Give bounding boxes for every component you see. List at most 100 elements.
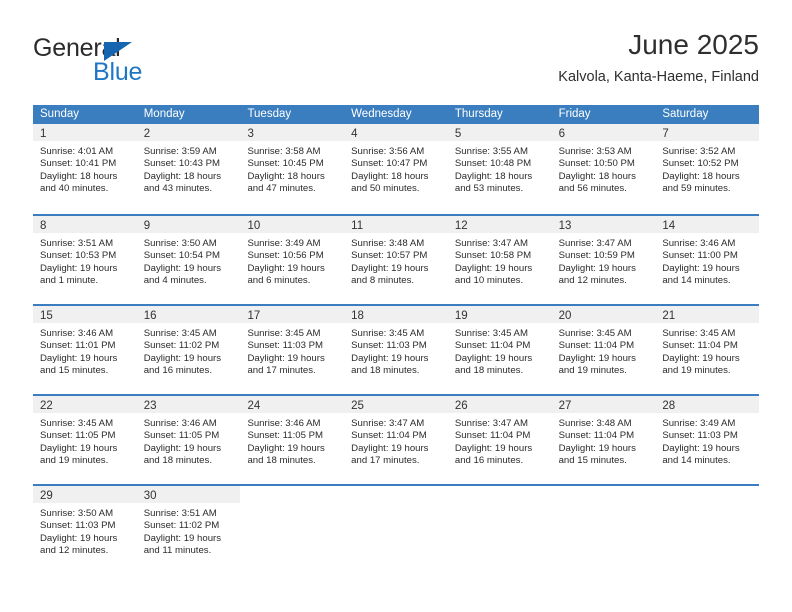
date-band: 10: [240, 216, 345, 233]
day-details: Sunrise: 3:45 AM Sunset: 11:05 PM Daylight…: [33, 413, 137, 467]
date-band: 1: [33, 124, 137, 141]
day-cell[interactable]: 4 Sunrise: 3:56 AM Sunset: 10:47 PM Dayligh…: [344, 124, 448, 214]
day-cell[interactable]: 5 Sunrise: 3:55 AM Sunset: 10:48 PM Dayligh…: [447, 124, 552, 214]
day-cell[interactable]: 25 Sunrise: 3:47 AM Sunset: 11:04 PM Daylig…: [344, 396, 448, 484]
general-blue-logo[interactable]: General Blue: [33, 34, 243, 90]
day-details: Sunrise: 3:53 AM Sunset: 10:50 PM Daylight…: [552, 141, 656, 195]
daylight-text-line2: and 10 minutes.: [454, 274, 524, 286]
daylight-text-line2: and 18 minutes.: [351, 364, 420, 376]
daylight-text-line2: and 4 minutes.: [143, 274, 207, 286]
date-band: 9: [136, 216, 241, 233]
day-cell[interactable]: 18 Sunrise: 3:45 AM Sunset: 11:03 PM Daylig…: [344, 306, 448, 394]
day-details: Sunrise: 3:47 AM Sunset: 11:04 PM Daylight…: [344, 413, 448, 467]
day-cell[interactable]: 10 Sunrise: 3:49 AM Sunset: 10:56 PM Daylig…: [240, 216, 345, 304]
sunset-text: Sunset: 11:01 PM: [40, 340, 116, 352]
daylight-text-line2: and 17 minutes.: [247, 364, 316, 376]
day-cell[interactable]: 20 Sunrise: 3:45 AM Sunset: 11:04 PM Daylig…: [551, 306, 656, 394]
date-number: 22: [40, 400, 53, 412]
day-details: Sunrise: 3:59 AM Sunset: 10:43 PM Daylight…: [137, 141, 241, 195]
day-cell[interactable]: 30 Sunrise: 3:51 AM Sunset: 11:02 PM Daylig…: [136, 486, 241, 574]
weekday-monday: Monday: [143, 108, 185, 120]
day-cell[interactable]: 8 Sunrise: 3:51 AM Sunset: 10:53 PM Dayligh…: [33, 216, 137, 304]
day-details: Sunrise: 3:50 AM Sunset: 11:03 PM Daylight…: [33, 503, 137, 557]
day-cell[interactable]: 24 Sunrise: 3:46 AM Sunset: 11:05 PM Daylig…: [240, 396, 345, 484]
daylight-text-line2: and 18 minutes.: [143, 454, 212, 466]
day-cell[interactable]: 6 Sunrise: 3:53 AM Sunset: 10:50 PM Dayligh…: [551, 124, 656, 214]
daylight-text-line1: Daylight: 19 hours: [454, 352, 533, 364]
date-number: 20: [558, 310, 572, 322]
day-cell[interactable]: 9 Sunrise: 3:50 AM Sunset: 10:54 PM Dayligh…: [136, 216, 241, 304]
sunrise-text: Sunrise: 3:46 AM: [662, 238, 736, 249]
day-cell[interactable]: 28 Sunrise: 3:49 AM Sunset: 11:03 PM Daylig…: [655, 396, 760, 484]
daylight-text-line1: Daylight: 18 hours: [351, 170, 429, 182]
date-number: 8: [40, 220, 47, 232]
daylight-text-line2: and 18 minutes.: [454, 364, 524, 376]
date-band: 21: [655, 306, 760, 323]
sunset-text: Sunset: 11:00 PM: [662, 250, 738, 262]
sunrise-text: Sunrise: 3:52 AM: [662, 146, 736, 157]
daylight-text-line2: and 6 minutes.: [247, 274, 311, 286]
day-cell[interactable]: 16 Sunrise: 3:45 AM Sunset: 11:02 PM Daylig…: [136, 306, 241, 394]
date-band: 7: [655, 124, 760, 141]
daylight-text-line1: Daylight: 18 hours: [558, 170, 636, 182]
daylight-text-line2: and 16 minutes.: [143, 364, 212, 376]
daylight-text-line1: Daylight: 19 hours: [662, 262, 740, 274]
day-cell[interactable]: 19 Sunrise: 3:45 AM Sunset: 11:04 PM Daylig…: [447, 306, 552, 394]
day-cell[interactable]: 15 Sunrise: 3:46 AM Sunset: 11:01 PM Daylig…: [33, 306, 137, 394]
date-number: 16: [143, 310, 157, 322]
date-band: 30: [136, 486, 241, 503]
daylight-text-line2: and 59 minutes.: [662, 182, 731, 194]
daylight-text-line2: and 11 minutes.: [143, 544, 212, 556]
date-number: 2: [143, 128, 151, 140]
day-cell[interactable]: 23 Sunrise: 3:46 AM Sunset: 11:05 PM Daylig…: [136, 396, 241, 484]
date-band: 6: [551, 124, 656, 141]
sunset-text: Sunset: 11:05 PM: [247, 430, 323, 442]
day-cell[interactable]: 21 Sunrise: 3:45 AM Sunset: 11:04 PM Daylig…: [655, 306, 760, 394]
day-cell[interactable]: 13 Sunrise: 3:47 AM Sunset: 10:59 PM Daylig…: [551, 216, 656, 304]
sunrise-text: Sunrise: 3:45 AM: [143, 328, 217, 339]
daylight-text-line2: and 1 minute.: [40, 274, 99, 286]
daylight-text-line1: Daylight: 19 hours: [143, 532, 222, 544]
day-cell[interactable]: 11 Sunrise: 3:48 AM Sunset: 10:57 PM Daylig…: [344, 216, 448, 304]
day-cell[interactable]: 17 Sunrise: 3:45 AM Sunset: 11:03 PM Daylig…: [240, 306, 345, 394]
page-header: General Blue June 2025 Kalvola, Kanta-Ha…: [33, 28, 759, 98]
daylight-text-line2: and 43 minutes.: [143, 182, 212, 194]
sunrise-text: Sunrise: 3:51 AM: [40, 238, 114, 249]
day-cell-empty: [240, 486, 345, 574]
day-cell[interactable]: 12 Sunrise: 3:47 AM Sunset: 10:58 PM Daylig…: [447, 216, 552, 304]
daylight-text-line2: and 47 minutes.: [247, 182, 316, 194]
day-details: Sunrise: 3:47 AM Sunset: 10:59 PM Daylight…: [552, 233, 656, 287]
daylight-text-line1: Daylight: 19 hours: [143, 442, 222, 454]
daylight-text-line2: and 14 minutes.: [662, 454, 731, 466]
day-cell[interactable]: 26 Sunrise: 3:47 AM Sunset: 11:04 PM Daylig…: [447, 396, 552, 484]
date-band: 26: [447, 396, 552, 413]
day-cell[interactable]: 7 Sunrise: 3:52 AM Sunset: 10:52 PM Dayligh…: [655, 124, 760, 214]
date-number: 11: [351, 220, 364, 232]
date-band: 15: [33, 306, 137, 323]
day-details: Sunrise: 3:47 AM Sunset: 11:04 PM Daylight…: [448, 413, 552, 467]
sunrise-text: Sunrise: 3:49 AM: [247, 238, 321, 249]
date-band: 8: [33, 216, 137, 233]
day-cell[interactable]: 3 Sunrise: 3:58 AM Sunset: 10:45 PM Dayligh…: [240, 124, 345, 214]
sunset-text: Sunset: 10:45 PM: [247, 158, 324, 170]
day-cell[interactable]: 14 Sunrise: 3:46 AM Sunset: 11:00 PM Daylig…: [655, 216, 760, 304]
day-details: Sunrise: 3:58 AM Sunset: 10:45 PM Daylight…: [240, 141, 344, 195]
sunset-text: Sunset: 11:03 PM: [662, 430, 738, 442]
date-number: 18: [351, 310, 364, 322]
date-number: 29: [40, 490, 53, 502]
day-cell[interactable]: 27 Sunrise: 3:48 AM Sunset: 11:04 PM Daylig…: [551, 396, 656, 484]
sunrise-text: Sunrise: 3:46 AM: [247, 418, 321, 429]
daylight-text-line2: and 15 minutes.: [558, 454, 627, 466]
date-number: 5: [454, 128, 462, 140]
date-band: 16: [136, 306, 241, 323]
daylight-text-line1: Daylight: 19 hours: [247, 262, 325, 274]
day-cell[interactable]: 2 Sunrise: 3:59 AM Sunset: 10:43 PM Dayligh…: [136, 124, 241, 214]
sunset-text: Sunset: 10:57 PM: [351, 250, 428, 262]
day-cell[interactable]: 1 Sunrise: 4:01 AM Sunset: 10:41 PM Dayligh…: [33, 124, 137, 214]
day-details: Sunrise: 3:46 AM Sunset: 11:00 PM Daylight…: [655, 233, 759, 287]
sunrise-text: Sunrise: 3:45 AM: [351, 328, 425, 339]
day-cell[interactable]: 29 Sunrise: 3:50 AM Sunset: 11:03 PM Daylig…: [33, 486, 137, 574]
day-details: Sunrise: 3:45 AM Sunset: 11:04 PM Daylight…: [448, 323, 552, 377]
sunrise-text: Sunrise: 3:59 AM: [143, 146, 217, 157]
day-cell[interactable]: 22 Sunrise: 3:45 AM Sunset: 11:05 PM Daylig…: [33, 396, 137, 484]
